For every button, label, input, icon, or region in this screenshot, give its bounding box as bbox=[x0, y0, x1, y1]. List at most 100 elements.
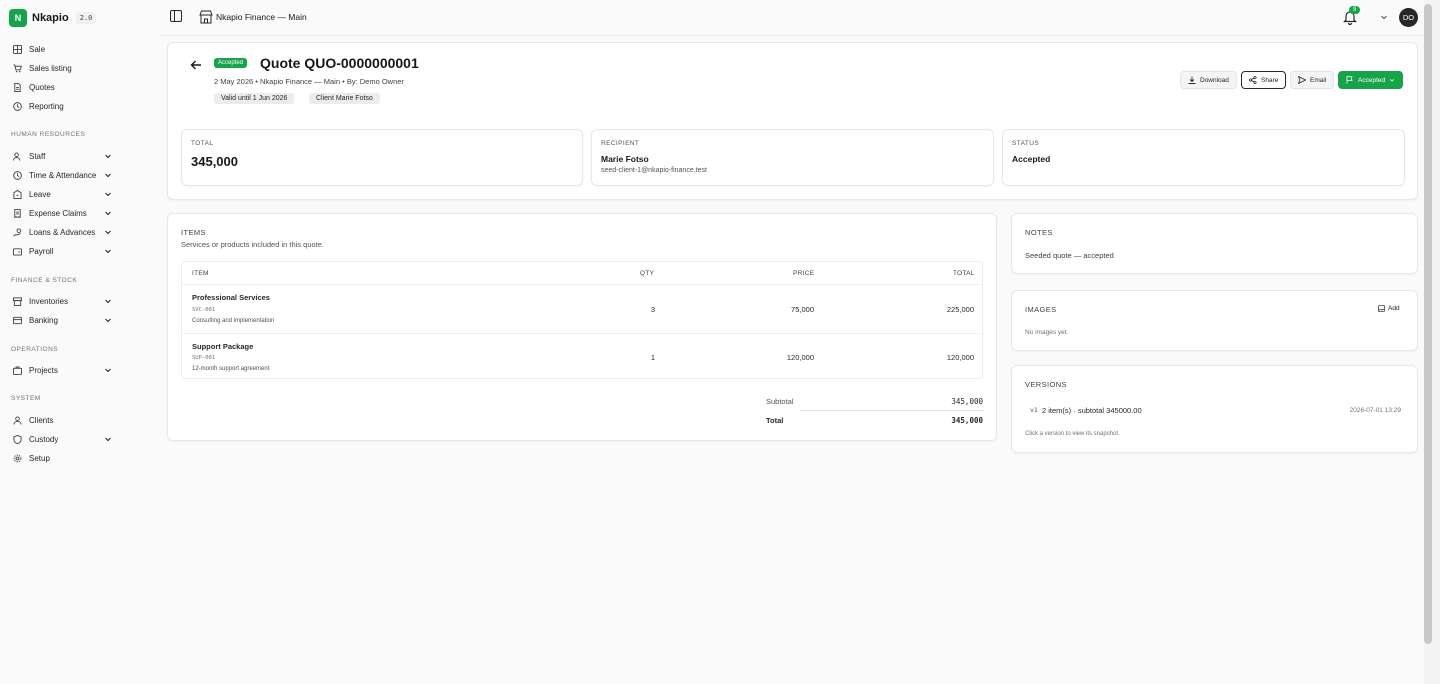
version-badge: 2.0 bbox=[75, 12, 97, 24]
email-button[interactable]: Email bbox=[1290, 71, 1335, 89]
chevron-down-icon bbox=[105, 154, 111, 159]
version-entry[interactable]: v1 2 item(s) · subtotal 345000.00 2026-0… bbox=[1025, 402, 1406, 418]
images-title: IMAGES bbox=[1025, 305, 1057, 314]
chevron-down-icon bbox=[105, 192, 111, 197]
subtotal-label: Subtotal bbox=[766, 397, 794, 406]
notes-title: NOTES bbox=[1025, 228, 1053, 237]
brand-logo: N bbox=[9, 9, 27, 27]
section-system: SYSTEM bbox=[11, 395, 41, 402]
stat-total-card: TOTAL 345,000 bbox=[181, 129, 583, 186]
sidebar-item-label: Reporting bbox=[29, 101, 64, 111]
sidebar-item-label: Banking bbox=[29, 315, 58, 325]
table-row[interactable]: Support Package SUP-001 12-month support… bbox=[182, 334, 982, 379]
stat-label: RECIPIENT bbox=[601, 140, 640, 147]
notes-text: Seeded quote — accepted bbox=[1025, 251, 1114, 260]
valid-until-pill: Valid until 1 Jun 2026 bbox=[214, 93, 295, 104]
chevron-down-icon bbox=[105, 299, 111, 304]
brand[interactable]: N Nkapio 2.0 bbox=[9, 8, 97, 28]
chevron-down-icon bbox=[105, 230, 111, 235]
download-label: Download bbox=[1200, 76, 1229, 84]
sidebar-item-inventories[interactable]: Inventories bbox=[12, 293, 112, 309]
item-description: Consulting and implementation bbox=[192, 318, 275, 324]
sidebar-item-label: Sale bbox=[29, 44, 46, 54]
status-badge: Accepted bbox=[214, 58, 248, 68]
chevron-down-icon bbox=[105, 211, 111, 216]
document-icon bbox=[12, 82, 22, 92]
item-sku: SUP-001 bbox=[192, 355, 216, 361]
sidebar-item-sales-listing[interactable]: Sales listing bbox=[12, 60, 112, 76]
sidebar-item-time-attendance[interactable]: Time & Attendance bbox=[12, 167, 112, 183]
sidebar-item-label: Quotes bbox=[29, 82, 55, 92]
scrollbar-thumb[interactable] bbox=[1424, 4, 1432, 644]
share-button[interactable]: Share bbox=[1241, 71, 1287, 89]
sidebar-item-reporting[interactable]: Reporting bbox=[12, 98, 112, 114]
receipt-icon bbox=[12, 208, 22, 218]
section-finance-stock: FINANCE & STOCK bbox=[11, 277, 78, 284]
sidebar-item-clients[interactable]: Clients bbox=[12, 412, 112, 428]
hand-coins-icon bbox=[12, 227, 22, 237]
cart-icon bbox=[12, 63, 22, 73]
box-icon bbox=[12, 296, 22, 306]
column-header-total: TOTAL bbox=[953, 270, 975, 277]
section-operations: OPERATIONS bbox=[11, 346, 59, 353]
sidebar-item-custody[interactable]: Custody bbox=[12, 431, 112, 447]
sidebar-item-projects[interactable]: Projects bbox=[12, 362, 112, 378]
sidebar-item-loans-advances[interactable]: Loans & Advances bbox=[12, 224, 112, 240]
item-name: Support Package bbox=[192, 342, 254, 351]
workspace-title[interactable]: Nkapio Finance — Main bbox=[216, 12, 307, 22]
item-sku: SVC-001 bbox=[192, 307, 216, 313]
items-subtitle: Services or products included in this qu… bbox=[181, 240, 324, 249]
stat-label: TOTAL bbox=[191, 140, 214, 147]
shield-icon bbox=[12, 434, 22, 444]
sidebar-item-staff[interactable]: Staff bbox=[12, 148, 112, 164]
building-icon bbox=[12, 189, 22, 199]
share-label: Share bbox=[1261, 76, 1279, 84]
clock-icon bbox=[12, 101, 22, 111]
avatar[interactable]: DO bbox=[1399, 8, 1418, 27]
sidebar-toggle-icon[interactable] bbox=[170, 10, 182, 22]
user-icon bbox=[12, 415, 22, 425]
sidebar-item-banking[interactable]: Banking bbox=[12, 312, 112, 328]
wallet-icon bbox=[12, 246, 22, 256]
users-icon bbox=[12, 151, 22, 161]
sidebar-item-expense-claims[interactable]: Expense Claims bbox=[12, 205, 112, 221]
flag-icon bbox=[1346, 76, 1353, 84]
versions-hint: Click a version to view its snapshot. bbox=[1025, 431, 1120, 437]
add-image-label: Add bbox=[1388, 305, 1400, 312]
store-icon bbox=[199, 10, 213, 24]
sidebar-item-label: Expense Claims bbox=[29, 208, 87, 218]
chevron-down-icon bbox=[105, 437, 111, 442]
sidebar-item-label: Staff bbox=[29, 151, 46, 161]
version-summary: 2 item(s) · subtotal 345000.00 bbox=[1042, 406, 1142, 415]
email-label: Email bbox=[1310, 76, 1327, 84]
sidebar-item-setup[interactable]: Setup bbox=[12, 450, 112, 466]
image-plus-icon bbox=[1378, 305, 1385, 312]
client-pill: Client Marie Fotso bbox=[309, 93, 380, 104]
send-icon bbox=[1298, 76, 1306, 84]
sidebar-item-label: Inventories bbox=[29, 296, 69, 306]
table-row[interactable]: Professional Services SVC-001 Consulting… bbox=[182, 285, 982, 333]
status-dropdown-button[interactable]: Accepted bbox=[1338, 71, 1404, 89]
sidebar: N Nkapio 2.0 Sale Sales listing Quotes R… bbox=[0, 0, 160, 684]
add-image-button[interactable]: Add bbox=[1378, 305, 1400, 312]
briefcase-icon bbox=[12, 365, 22, 375]
sidebar-item-label: Custody bbox=[29, 434, 59, 444]
sidebar-item-leave[interactable]: Leave bbox=[12, 186, 112, 202]
sidebar-item-sale[interactable]: Sale bbox=[12, 41, 112, 57]
download-button[interactable]: Download bbox=[1180, 71, 1237, 89]
back-arrow-icon[interactable] bbox=[190, 59, 202, 71]
sidebar-item-quotes[interactable]: Quotes bbox=[12, 79, 112, 95]
version-tag: v1 bbox=[1030, 406, 1038, 414]
status-dropdown-label: Accepted bbox=[1358, 76, 1386, 84]
sidebar-item-label: Payroll bbox=[29, 246, 54, 256]
divider bbox=[800, 410, 984, 411]
grid-icon bbox=[12, 44, 22, 54]
total-value: 345,000 bbox=[951, 416, 983, 425]
sidebar-item-payroll[interactable]: Payroll bbox=[12, 243, 112, 259]
page-title: Quote QUO-0000000001 bbox=[260, 55, 419, 71]
chevron-down-icon[interactable] bbox=[1380, 13, 1388, 21]
item-description: 12-month support agreement bbox=[192, 366, 270, 372]
clock-icon bbox=[12, 170, 22, 180]
item-total: 120,000 bbox=[946, 353, 974, 362]
chevron-down-icon bbox=[105, 318, 111, 323]
